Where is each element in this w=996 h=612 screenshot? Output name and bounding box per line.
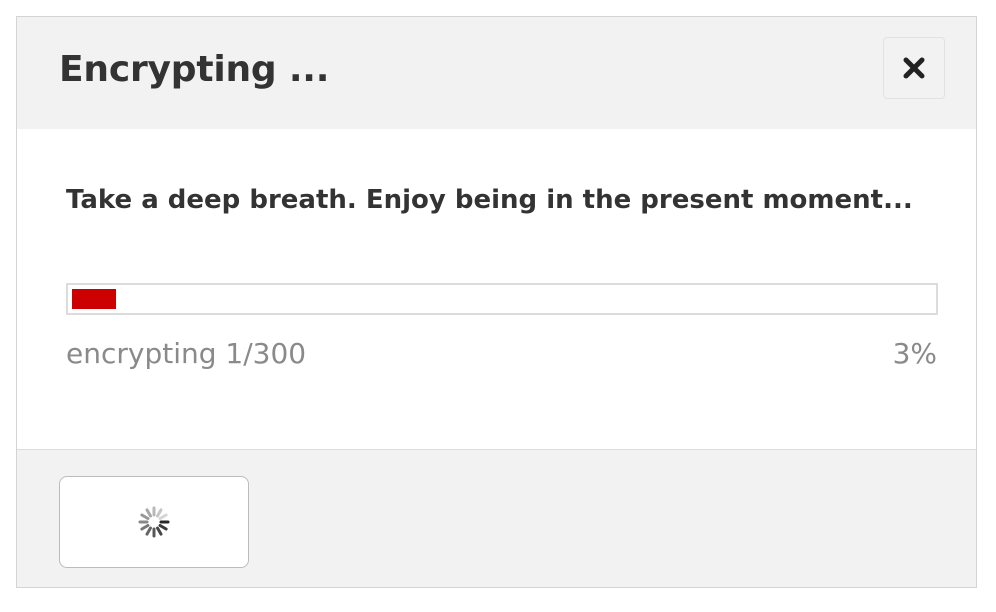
busy-button[interactable]	[59, 476, 249, 568]
close-button[interactable]	[883, 37, 945, 99]
progress-label: encrypting 1/300	[66, 337, 307, 370]
spinner-tick	[145, 508, 152, 518]
spinner-tick	[156, 526, 163, 536]
spinner-tick	[158, 524, 168, 531]
progress-bar	[66, 283, 938, 315]
spinner-icon	[138, 506, 170, 538]
progress-bar-fill	[72, 289, 116, 309]
spinner-tick	[158, 513, 168, 520]
spinner-tick	[140, 524, 150, 531]
dialog-title: Encrypting ...	[59, 49, 330, 90]
spinner-tick	[140, 513, 150, 520]
status-message: Take a deep breath. Enjoy being in the p…	[66, 185, 913, 215]
dialog-header: Encrypting ...	[17, 17, 976, 129]
dialog-footer	[17, 449, 976, 587]
close-icon	[903, 57, 925, 79]
encrypting-dialog: Encrypting ... Take a deep breath. Enjoy…	[16, 16, 977, 588]
spinner-tick	[156, 508, 163, 518]
dialog-body: Take a deep breath. Enjoy being in the p…	[17, 129, 976, 449]
spinner-tick	[145, 526, 152, 536]
progress-percent: 3%	[892, 337, 937, 370]
